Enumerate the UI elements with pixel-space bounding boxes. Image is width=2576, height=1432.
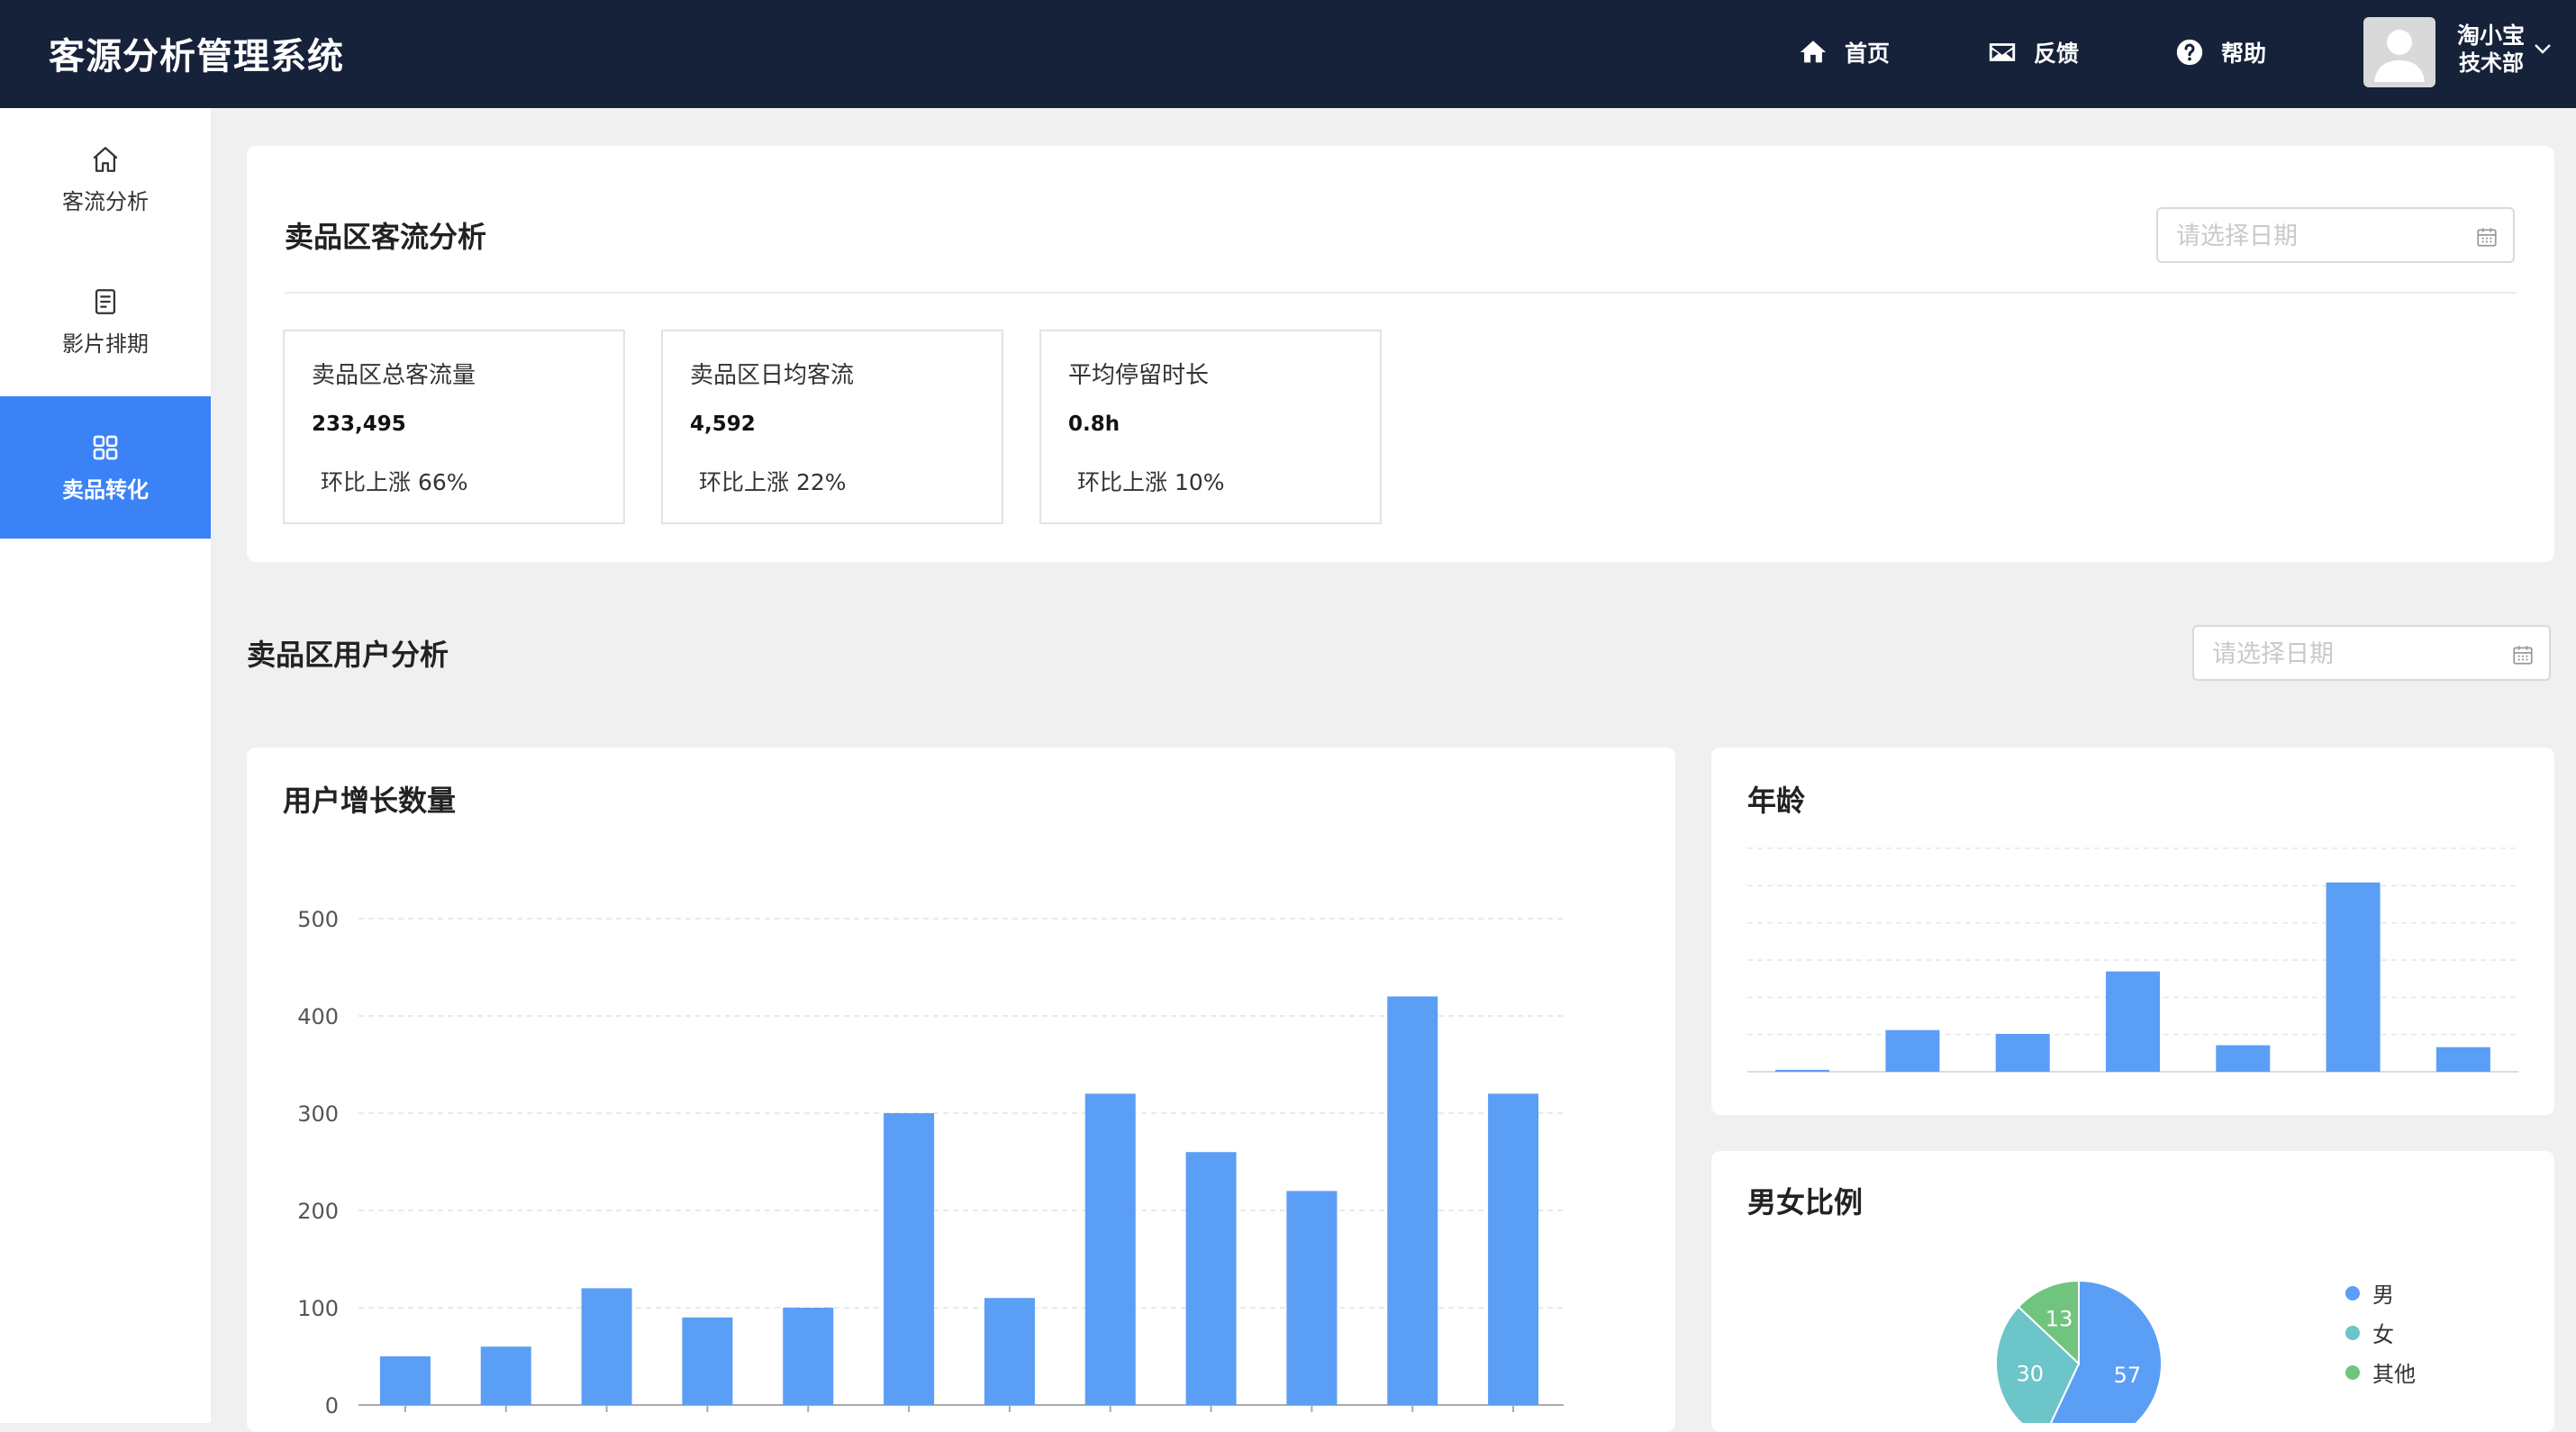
bar[interactable] <box>1084 1093 1136 1405</box>
user-section-title: 卖品区用户分析 <box>247 638 449 672</box>
stat-card-daily-traffic: 卖品区日均客流 4,592 环比上涨 22% <box>661 330 1003 524</box>
home-outline-icon <box>93 146 118 172</box>
mail-icon <box>1989 43 2016 61</box>
bar[interactable] <box>581 1288 632 1405</box>
sidebar-item-label: 卖品转化 <box>62 476 149 503</box>
gender-pie-chart: 57 30 13 <box>1995 1279 2163 1423</box>
legend-dot <box>2345 1285 2360 1301</box>
pie-slice-label: 13 <box>2045 1306 2073 1331</box>
traffic-section-title: 卖品区客流分析 <box>285 220 487 254</box>
stat-value: 0.8h <box>1068 412 1120 436</box>
stat-value: 4,592 <box>690 412 756 436</box>
bar[interactable] <box>1387 996 1438 1405</box>
user-dept: 技术部 <box>2459 50 2524 76</box>
app-title: 客源分析管理系统 <box>49 36 344 77</box>
nav-home[interactable]: 首页 <box>1798 34 1890 70</box>
legend-label: 男 <box>2372 1282 2394 1308</box>
legend-dot <box>2345 1325 2360 1340</box>
bar[interactable] <box>1286 1191 1338 1405</box>
home-icon <box>1800 41 1827 63</box>
y-tick-label: 0 <box>325 1393 339 1418</box>
legend-dot <box>2345 1364 2360 1380</box>
calendar-icon[interactable] <box>2511 643 2535 666</box>
stat-label: 平均停留时长 <box>1068 362 1210 389</box>
section-divider <box>285 292 2517 294</box>
user-silhouette-icon <box>2374 30 2425 82</box>
bar[interactable] <box>2326 882 2381 1072</box>
bar[interactable] <box>379 1356 431 1405</box>
gender-ratio-title: 男女比例 <box>1747 1185 1864 1219</box>
legend-item-male[interactable]: 男 <box>2345 1277 2394 1309</box>
chevron-down-icon[interactable] <box>2533 41 2553 56</box>
stat-label: 卖品区日均客流 <box>690 362 855 389</box>
bar[interactable] <box>1885 1029 1940 1072</box>
calendar-icon[interactable] <box>2475 225 2499 249</box>
sidebar-item-traffic-analysis[interactable]: 客流分析 <box>0 108 211 250</box>
stat-change: 环比上涨 22% <box>699 469 847 495</box>
y-tick-label: 500 <box>297 907 339 932</box>
bar[interactable] <box>1995 1033 2050 1072</box>
bar[interactable] <box>1185 1152 1237 1405</box>
bar[interactable] <box>480 1346 531 1405</box>
bar[interactable] <box>783 1308 834 1405</box>
stat-label: 卖品区总客流量 <box>312 362 476 389</box>
stat-value: 233,495 <box>312 412 406 436</box>
user-date-picker[interactable] <box>2192 625 2551 681</box>
age-chart <box>1747 847 2518 1073</box>
pie-slice-label: 30 <box>2017 1361 2045 1386</box>
traffic-date-picker[interactable] <box>2156 207 2515 263</box>
legend-label: 女 <box>2372 1322 2394 1347</box>
sidebar: 客流分析 影片排期 卖品转化 <box>0 108 211 1423</box>
user-date-input[interactable] <box>2210 634 2502 674</box>
top-bar: 客源分析管理系统 首页 反馈 帮助 淘小宝 技术部 <box>0 0 2576 108</box>
document-icon <box>95 288 116 314</box>
traffic-date-input[interactable] <box>2174 216 2466 256</box>
sidebar-item-label: 客流分析 <box>62 188 149 214</box>
stat-change: 环比上涨 66% <box>321 469 468 495</box>
pie-slice-label: 57 <box>2114 1363 2142 1388</box>
nav-home-label: 首页 <box>1845 41 1891 67</box>
stat-card-avg-stay: 平均停留时长 0.8h 环比上涨 10% <box>1039 330 1382 524</box>
bar[interactable] <box>2106 971 2160 1072</box>
bar[interactable] <box>1775 1069 1830 1072</box>
nav-help-label: 帮助 <box>2221 41 2267 67</box>
bar[interactable] <box>1488 1093 1539 1405</box>
help-icon <box>2176 39 2203 66</box>
legend-label: 其他 <box>2372 1362 2416 1387</box>
y-tick-label: 400 <box>297 1004 339 1029</box>
y-tick-label: 200 <box>297 1199 339 1224</box>
bar[interactable] <box>884 1113 935 1405</box>
y-tick-label: 100 <box>297 1296 339 1321</box>
grid-icon <box>93 435 118 459</box>
bar[interactable] <box>682 1317 733 1405</box>
sidebar-item-product-conversion[interactable]: 卖品转化 <box>0 396 211 539</box>
legend-item-other[interactable]: 其他 <box>2345 1356 2416 1388</box>
sidebar-item-label: 影片排期 <box>62 331 149 357</box>
user-growth-title: 用户增长数量 <box>283 784 457 818</box>
sidebar-item-film-schedule[interactable]: 影片排期 <box>0 250 211 393</box>
age-title: 年龄 <box>1747 784 1806 818</box>
nav-feedback-label: 反馈 <box>2034 41 2080 67</box>
user-name[interactable]: 淘小宝 <box>2457 22 2525 50</box>
nav-help[interactable]: 帮助 <box>2174 34 2266 70</box>
avatar[interactable] <box>2363 17 2435 87</box>
bar[interactable] <box>2435 1047 2490 1072</box>
bar[interactable] <box>984 1298 1035 1405</box>
user-growth-chart: 0 100 200 300 400 500 <box>297 907 1564 1418</box>
legend-item-female[interactable]: 女 <box>2345 1317 2394 1348</box>
nav-feedback[interactable]: 反馈 <box>1987 34 2079 70</box>
bar[interactable] <box>2216 1045 2271 1072</box>
stat-card-total-traffic: 卖品区总客流量 233,495 环比上涨 66% <box>283 330 625 524</box>
y-tick-label: 300 <box>297 1101 339 1127</box>
stat-change: 环比上涨 10% <box>1077 469 1225 495</box>
